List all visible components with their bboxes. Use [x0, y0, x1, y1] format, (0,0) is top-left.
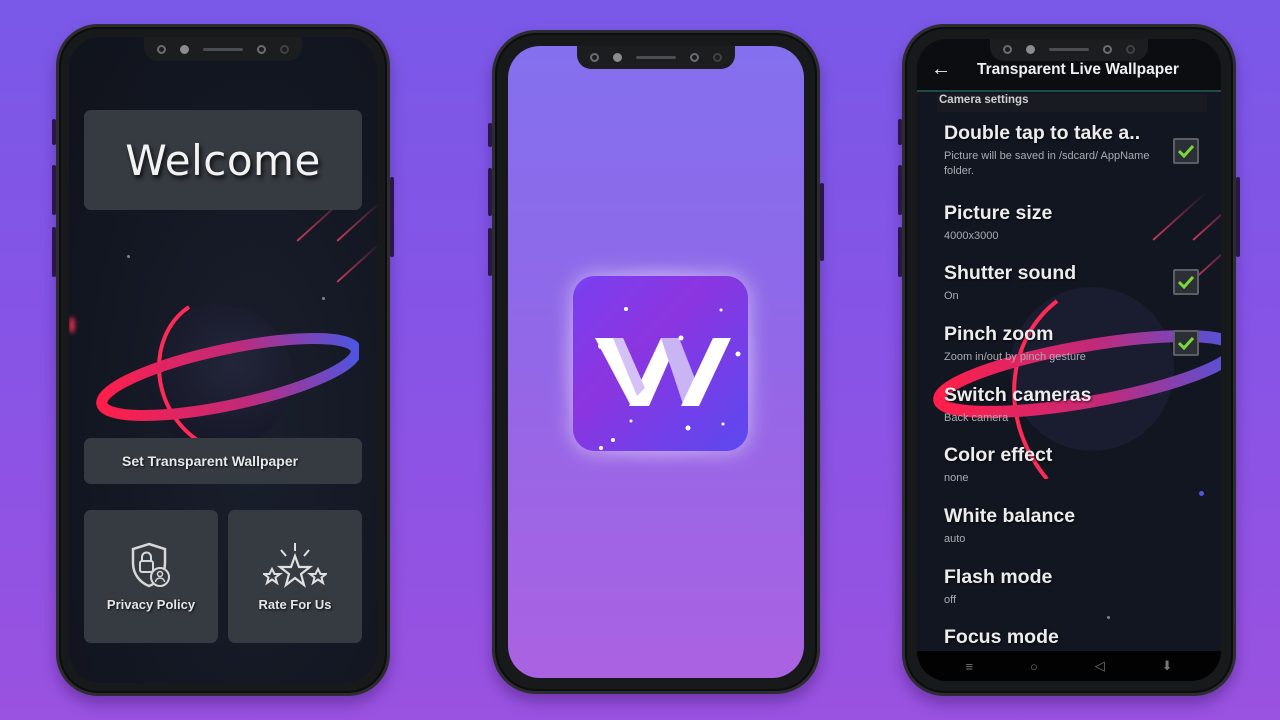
shooting-star — [1192, 199, 1221, 241]
shield-lock-user-icon — [131, 542, 170, 588]
section-header: Camera settings — [937, 94, 1207, 112]
pref-summary: 4000x3000 — [944, 230, 999, 242]
pref-title: White balance — [944, 505, 1076, 527]
pref-title: Focus mode — [944, 626, 1059, 648]
speaker-grille — [636, 55, 676, 59]
sensor-icon — [257, 44, 266, 54]
power-button — [820, 183, 824, 261]
notch — [990, 39, 1148, 61]
rate-for-us-button[interactable]: Rate For Us — [228, 510, 362, 643]
privacy-policy-button[interactable]: Privacy Policy — [84, 510, 218, 643]
sensor-icon — [590, 52, 599, 62]
star — [1107, 616, 1110, 619]
phone-mockup-splash — [488, 30, 824, 694]
splash-screen — [508, 46, 804, 678]
back-arrow-icon[interactable]: ← — [931, 59, 951, 79]
volume-up-button — [488, 168, 492, 216]
checkbox-pinch-zoom[interactable] — [1173, 330, 1199, 356]
pref-flash-mode[interactable]: Flash mode off — [944, 566, 1184, 608]
check-icon — [1178, 275, 1194, 289]
pref-color-effect[interactable]: Color effect none — [944, 444, 1184, 486]
pref-title: Shutter sound — [944, 262, 1077, 284]
side-button — [52, 119, 56, 145]
sensor-icon — [1103, 44, 1112, 54]
sensor-icon — [690, 52, 699, 62]
pref-summary: Picture will be saved in /sdcard/ AppNam… — [944, 150, 1150, 177]
pref-shutter-sound[interactable]: Shutter sound On — [944, 262, 1184, 304]
notch — [144, 37, 302, 61]
front-camera-icon — [1026, 44, 1035, 54]
recent-apps-icon[interactable]: ≡ — [965, 659, 973, 674]
phone-mockup-settings: ← Transparent Live Wallpaper Camera sett… — [898, 24, 1240, 696]
star — [127, 255, 130, 258]
star — [1199, 491, 1204, 496]
pref-summary: Back camera — [944, 412, 1009, 424]
pref-pinch-zoom[interactable]: Pinch zoom Zoom in/out by pinch gesture — [944, 323, 1184, 365]
pref-summary: On — [944, 290, 959, 302]
pref-white-balance[interactable]: White balance auto — [944, 505, 1184, 547]
side-button — [898, 119, 902, 145]
shooting-star — [336, 241, 377, 283]
volume-up-button — [898, 165, 902, 215]
volume-down-button — [52, 227, 56, 277]
planet-illustration — [96, 304, 359, 450]
pref-summary: auto — [944, 533, 966, 545]
system-nav-bar: ≡ ○ ◁ ⬇ — [917, 651, 1221, 681]
checkbox-double-tap[interactable] — [1173, 138, 1199, 164]
planet — [146, 304, 292, 450]
sensor-icon — [280, 44, 289, 54]
sensor-icon — [157, 44, 166, 54]
pref-focus-mode[interactable]: Focus mode — [944, 626, 1184, 649]
sensor-icon — [1126, 44, 1135, 54]
pref-double-tap[interactable]: Double tap to take a.. Picture will be s… — [944, 122, 1184, 179]
volume-up-button — [52, 165, 56, 215]
privacy-policy-label: Privacy Policy — [106, 597, 196, 612]
accessibility-icon[interactable]: ⬇ — [1162, 658, 1173, 674]
check-icon — [1178, 336, 1194, 350]
welcome-screen: Welcome Set Transparent Wallpaper Privac… — [69, 37, 377, 683]
pref-switch-cameras[interactable]: Switch cameras Back camera — [944, 384, 1184, 426]
front-camera-icon — [613, 52, 622, 62]
pref-title: Color effect — [944, 444, 1053, 466]
w-logo-icon — [595, 307, 741, 463]
volume-down-button — [898, 227, 902, 277]
pref-summary: none — [944, 472, 969, 484]
welcome-banner: Welcome — [84, 110, 362, 210]
sensor-icon — [713, 52, 722, 62]
sensor-icon — [1003, 44, 1012, 54]
pref-title: Pinch zoom — [944, 323, 1054, 345]
app-logo-icon — [573, 276, 748, 463]
pref-summary: off — [944, 594, 957, 606]
pref-picture-size[interactable]: Picture size 4000x3000 — [944, 202, 1184, 244]
pref-title: Double tap to take a.. — [944, 122, 1141, 144]
pref-title: Flash mode — [944, 566, 1053, 588]
home-icon[interactable]: ○ — [1030, 659, 1038, 674]
pref-title: Switch cameras — [944, 384, 1092, 406]
glow — [69, 317, 75, 333]
volume-down-button — [488, 228, 492, 276]
app-bar-title: Transparent Live Wallpaper — [977, 61, 1179, 78]
set-wallpaper-label: Set Transparent Wallpaper — [122, 453, 299, 469]
set-transparent-wallpaper-button[interactable]: Set Transparent Wallpaper — [84, 438, 362, 484]
speaker-grille — [1049, 47, 1089, 51]
rate-for-us-label: Rate For Us — [258, 597, 332, 612]
front-camera-icon — [180, 44, 189, 54]
pref-title: Picture size — [944, 202, 1053, 224]
checkbox-shutter-sound[interactable] — [1173, 269, 1199, 295]
settings-screen: ← Transparent Live Wallpaper Camera sett… — [917, 39, 1221, 681]
three-stars-icon — [263, 543, 327, 588]
side-button — [488, 123, 492, 147]
power-button — [1236, 177, 1240, 257]
speaker-grille — [203, 47, 243, 51]
power-button — [390, 177, 394, 257]
phone-mockup-welcome: Welcome Set Transparent Wallpaper Privac… — [52, 24, 394, 696]
back-icon[interactable]: ◁ — [1095, 658, 1105, 674]
check-icon — [1178, 144, 1194, 158]
notch — [577, 46, 735, 69]
welcome-title: Welcome — [125, 135, 321, 185]
pref-summary: Zoom in/out by pinch gesture — [944, 351, 1086, 363]
